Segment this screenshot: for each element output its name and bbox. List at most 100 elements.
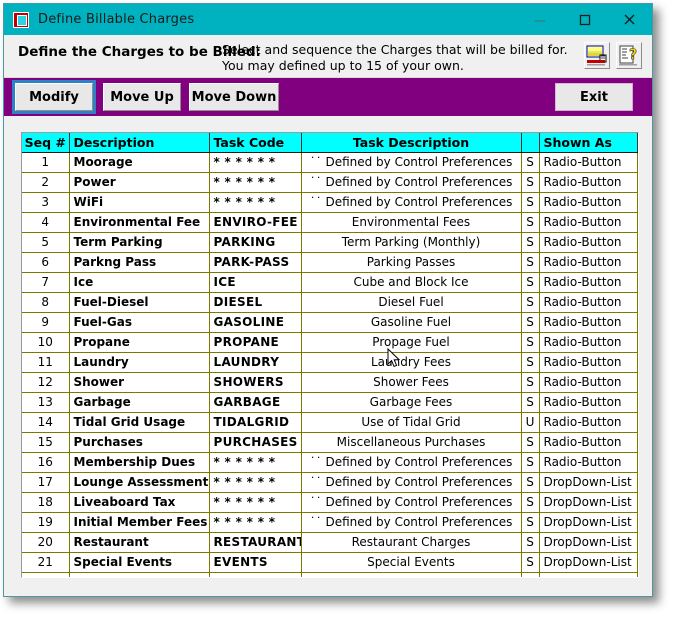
cell-flag: S [521,152,540,173]
cell-task-description: Environmental Fees [301,212,522,233]
charges-grid-container[interactable]: Seq # Description Task Code Task Descrip… [21,132,639,578]
table-row[interactable]: 14 Tidal Grid Usage TIDALGRID Use of Tidal … [22,412,638,433]
modify-button[interactable]: Modify [12,80,96,114]
table-row[interactable]: 6 Parkng Pass PARK-PASS Parking Passes S Radi… [22,252,638,273]
column-header-seq[interactable]: Seq # [22,133,70,153]
cell-seq: 4 [22,212,70,233]
cell-flag: S [521,492,540,513]
cell-description: Moorage [69,152,210,173]
table-row[interactable]: 17 Lounge Assessment * * * * * * ˙˙ Defined… [22,472,638,493]
exit-button[interactable]: Exit [555,83,633,111]
cell-flag: S [521,532,540,553]
cell-task-description: ˙˙ Defined by Control Preferences [301,152,522,173]
column-header-flag[interactable] [521,133,540,153]
column-header-task-description[interactable]: Task Description [301,133,522,153]
cell-task-code: * * * * * * [209,172,302,193]
column-header-shown-as[interactable]: Shown As [539,133,638,153]
table-row[interactable]: 19 Initial Member Fees * * * * * * ˙˙ Defin… [22,512,638,533]
cell-seq: 11 [22,352,70,373]
cell-description [69,572,210,577]
cell-task-description: Cube and Block Ice [301,272,522,293]
cell-seq: 21 [22,552,70,573]
cell-description: Restaurant [69,532,210,553]
cell-flag: S [521,452,540,473]
cell-description: Propane [69,332,210,353]
grid-body: 1 Moorage * * * * * * ˙˙ Defined by Control… [22,152,638,577]
table-row[interactable] [22,572,638,577]
column-header-description[interactable]: Description [69,133,210,153]
table-row[interactable]: 16 Membership Dues * * * * * * ˙˙ Defined b… [22,452,638,473]
help-question-icon[interactable]: ? [616,42,642,69]
cell-description: Environmental Fee [69,212,210,233]
table-row[interactable]: 1 Moorage * * * * * * ˙˙ Defined by Control… [22,152,638,173]
cell-flag: S [521,432,540,453]
move-down-button[interactable]: Move Down [189,83,279,111]
cell-task-code: PARKING [209,232,302,253]
cell-task-code: RESTAURANT [209,532,302,553]
cell-task-code: GARBAGE [209,392,302,413]
table-row[interactable]: 20 Restaurant RESTAURANT Restaurant Charges… [22,532,638,553]
cell-task-code [209,572,302,577]
cell-flag: S [521,252,540,273]
cell-task-description: Diesel Fuel [301,292,522,313]
cell-task-description: Miscellaneous Purchases [301,432,522,453]
table-row[interactable]: 8 Fuel-Diesel DIESEL Diesel Fuel S Radio-Butt… [22,292,638,313]
table-row[interactable]: 21 Special Events EVENTS Special Events S Dro… [22,552,638,573]
cell-description: Initial Member Fees [69,512,210,533]
minimize-icon[interactable] [517,4,562,35]
cell-description: Ice [69,272,210,293]
cell-task-description: Use of Tidal Grid [301,412,522,433]
cell-task-code: GASOLINE [209,312,302,333]
close-icon[interactable] [607,4,652,35]
cell-description: Special Events [69,552,210,573]
cell-seq: 16 [22,452,70,473]
cell-task-description: ˙˙ Defined by Control Preferences [301,472,522,493]
cell-description: Tidal Grid Usage [69,412,210,433]
cell-task-code: ICE [209,272,302,293]
table-row[interactable]: 12 Shower SHOWERS Shower Fees S Radio-Button [22,372,638,393]
table-row[interactable]: 10 Propane PROPANE Propage Fuel S Radio-Butto… [22,332,638,353]
table-row[interactable]: 9 Fuel-Gas GASOLINE Gasoline Fuel S Radio-But… [22,312,638,333]
cell-task-code: ENVIRO-FEE [209,212,302,233]
cell-seq: 1 [22,152,70,173]
action-toolbar: Modify Move Up Move Down Exit [4,78,652,116]
cell-flag: S [521,552,540,573]
cell-seq: 8 [22,292,70,313]
table-row[interactable]: 15 Purchases PURCHASES Miscellaneous Purcha… [22,432,638,453]
table-row[interactable]: 11 Laundry LAUNDRY Laundry Fees S Radio-Butto… [22,352,638,373]
cell-task-code: * * * * * * [209,472,302,493]
maximize-icon[interactable] [562,4,607,35]
cell-shown-as: Radio-Button [539,192,638,213]
column-header-task-code[interactable]: Task Code [209,133,302,153]
cell-shown-as: Radio-Button [539,212,638,233]
cell-seq: 17 [22,472,70,493]
cell-task-description: Term Parking (Monthly) [301,232,522,253]
cell-description: Purchases [69,432,210,453]
screen: Define Billable Charges Define the Charg… [0,0,673,619]
cell-shown-as: DropDown-List [539,472,638,493]
cell-shown-as: Radio-Button [539,372,638,393]
table-row[interactable]: 5 Term Parking PARKING Term Parking (Monthl… [22,232,638,253]
cell-task-code: * * * * * * [209,512,302,533]
cell-task-code: * * * * * * [209,192,302,213]
move-up-button[interactable]: Move Up [103,83,181,111]
table-row[interactable]: 7 Ice ICE Cube and Block Ice S Radio-Button [22,272,638,293]
report-print-icon[interactable] [584,42,610,69]
cell-task-code: PARK-PASS [209,252,302,273]
cell-task-description: ˙˙ Defined by Control Preferences [301,512,522,533]
cell-shown-as: DropDown-List [539,492,638,513]
table-row[interactable]: 3 WiFi * * * * * * ˙˙ Defined by Control Pr… [22,192,638,213]
table-row[interactable]: 18 Liveaboard Tax * * * * * * ˙˙ Defined by… [22,492,638,513]
table-row[interactable]: 4 Environmental Fee ENVIRO-FEE Environmenta… [22,212,638,233]
cell-seq: 5 [22,232,70,253]
table-row[interactable]: 13 Garbage GARBAGE Garbage Fees S Radio-Butto… [22,392,638,413]
cell-task-code: EVENTS [209,552,302,573]
cell-flag: S [521,292,540,313]
cell-seq: 20 [22,532,70,553]
cell-shown-as: DropDown-List [539,552,638,573]
cell-shown-as: Radio-Button [539,432,638,453]
cell-task-code: * * * * * * [209,492,302,513]
cell-description: Power [69,172,210,193]
table-row[interactable]: 2 Power * * * * * * ˙˙ Defined by Control P… [22,172,638,193]
cell-seq: 14 [22,412,70,433]
